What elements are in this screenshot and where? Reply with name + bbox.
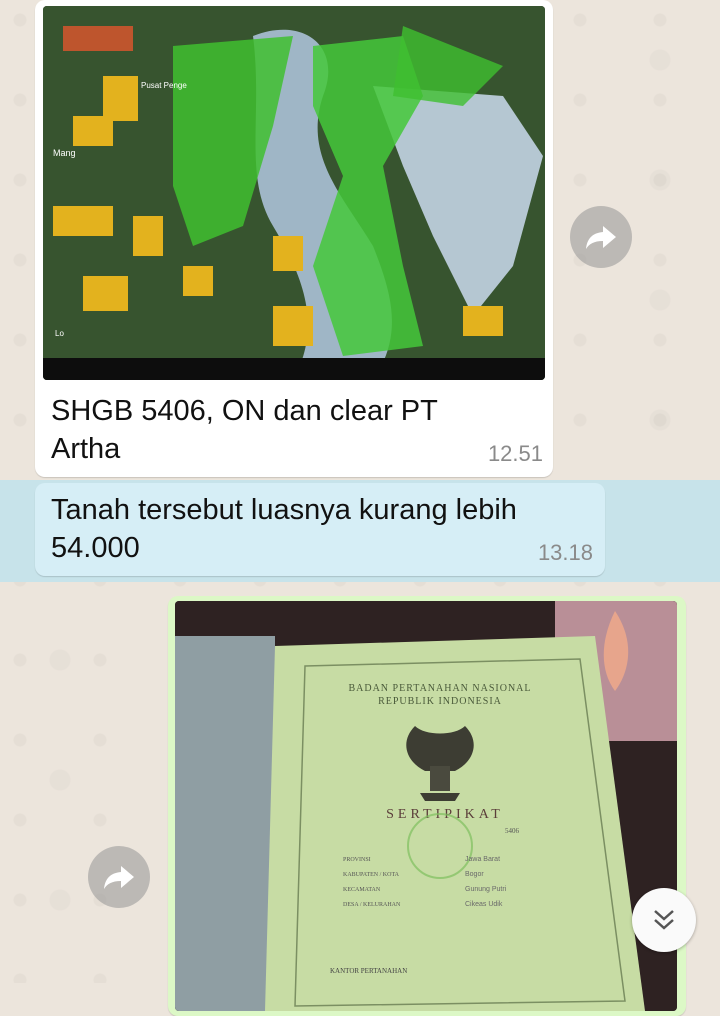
map-label: Mang (53, 148, 76, 158)
doc-field-label: DESA / KELURAHAN (343, 902, 401, 908)
message-time: 13.18 (537, 540, 593, 565)
double-chevron-down-icon (654, 910, 674, 930)
doc-field-label: KABUPATEN / KOTA (343, 872, 400, 878)
doc-header: REPUBLIK INDONESIA (378, 696, 502, 707)
doc-field-label: KECAMATAN (343, 887, 381, 893)
satellite-map-image: Mang Pusat Penge Lo (43, 6, 545, 380)
forward-button[interactable] (570, 206, 632, 268)
doc-field-value: Cikeas Udik (465, 901, 503, 908)
forward-icon (104, 866, 134, 889)
message-text: Tanah tersebut luasnya kurang lebih 54.0… (51, 494, 517, 564)
doc-footer: KANTOR PERTANAHAN (330, 967, 407, 975)
message-bubble-incoming[interactable]: Tanah tersebut luasnya kurang lebih 54.0… (35, 483, 605, 576)
certificate-image: BADAN PERTANAHAN NASIONAL REPUBLIK INDON… (175, 601, 677, 1011)
message-caption: SHGB 5406, ON dan clear PT Artha (51, 395, 438, 465)
map-label: Lo (55, 329, 64, 338)
doc-number: 5406 (505, 827, 520, 835)
message-bubble-outgoing[interactable]: BADAN PERTANAHAN NASIONAL REPUBLIK INDON… (168, 596, 686, 1016)
message-time: 12.51 (487, 441, 543, 466)
doc-field-value: Gunung Putri (465, 886, 507, 893)
forward-icon (586, 226, 616, 249)
map-label: Pusat Penge (141, 81, 187, 90)
doc-header: BADAN PERTANAHAN NASIONAL (348, 683, 531, 694)
certificate-photo[interactable]: BADAN PERTANAHAN NASIONAL REPUBLIK INDON… (175, 601, 677, 1011)
map-photo[interactable]: Mang Pusat Penge Lo (43, 6, 545, 380)
doc-field-value: Bogor (465, 871, 484, 878)
scroll-to-bottom-button[interactable] (632, 888, 696, 952)
message-bubble-incoming[interactable]: Mang Pusat Penge Lo SHGB 5406, ON dan cl… (35, 0, 553, 477)
doc-field-label: PROVINSI (343, 857, 371, 863)
forward-button[interactable] (88, 846, 150, 908)
doc-field-value: Jawa Barat (465, 856, 500, 863)
